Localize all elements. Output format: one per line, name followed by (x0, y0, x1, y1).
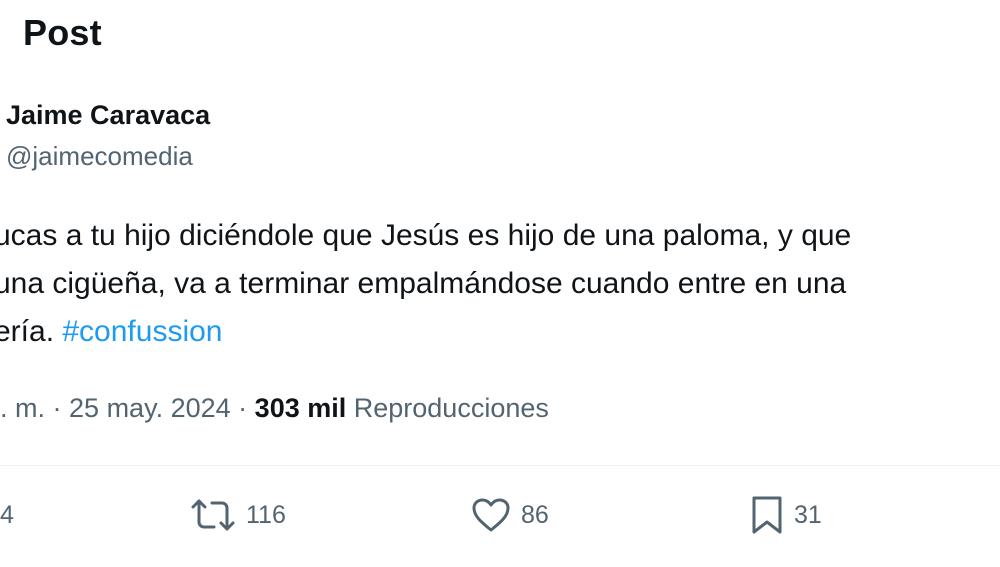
post-meta: . m. · 25 may. 2024 · 303 mil Reproducci… (0, 393, 549, 424)
repost-button[interactable]: 116 (190, 493, 286, 537)
author-handle[interactable]: @jaimecomedia (6, 141, 193, 172)
repost-count: 116 (246, 500, 286, 529)
repost-icon (190, 498, 236, 532)
post-page: Post Jaime Caravaca @jaimecomedia ucas a… (0, 0, 1000, 567)
bookmark-count: 31 (794, 500, 822, 529)
views-count: 303 mil (254, 393, 347, 423)
meta-separator: · (52, 393, 62, 423)
like-count: 86 (521, 500, 549, 529)
meta-separator: · (238, 393, 248, 423)
page-title: Post (23, 12, 102, 53)
heart-icon (471, 497, 511, 533)
author-name[interactable]: Jaime Caravaca (6, 100, 210, 131)
post-text-line: ucas a tu hijo diciéndole que Jesús es h… (0, 219, 852, 252)
divider (0, 465, 1000, 466)
reply-count: 4 (0, 500, 14, 529)
post-text-line: una cigüeña, va a terminar empalmándose … (0, 267, 847, 300)
like-button[interactable]: 86 (471, 493, 549, 537)
post-text: ucas a tu hijo diciéndole que Jesús es h… (0, 212, 1000, 356)
post-date[interactable]: 25 may. 2024 (69, 393, 231, 423)
bookmark-button[interactable]: 31 (750, 493, 822, 537)
post-text-fragment: ería. (0, 315, 63, 348)
bookmark-icon (750, 495, 784, 535)
post-time[interactable]: . m. (0, 393, 45, 423)
views-label: Reproducciones (353, 393, 549, 423)
post-text-line: ería. #confussion (0, 308, 1000, 356)
reply-button[interactable]: 4 (0, 493, 14, 537)
hashtag-link[interactable]: #confussion (62, 315, 222, 348)
